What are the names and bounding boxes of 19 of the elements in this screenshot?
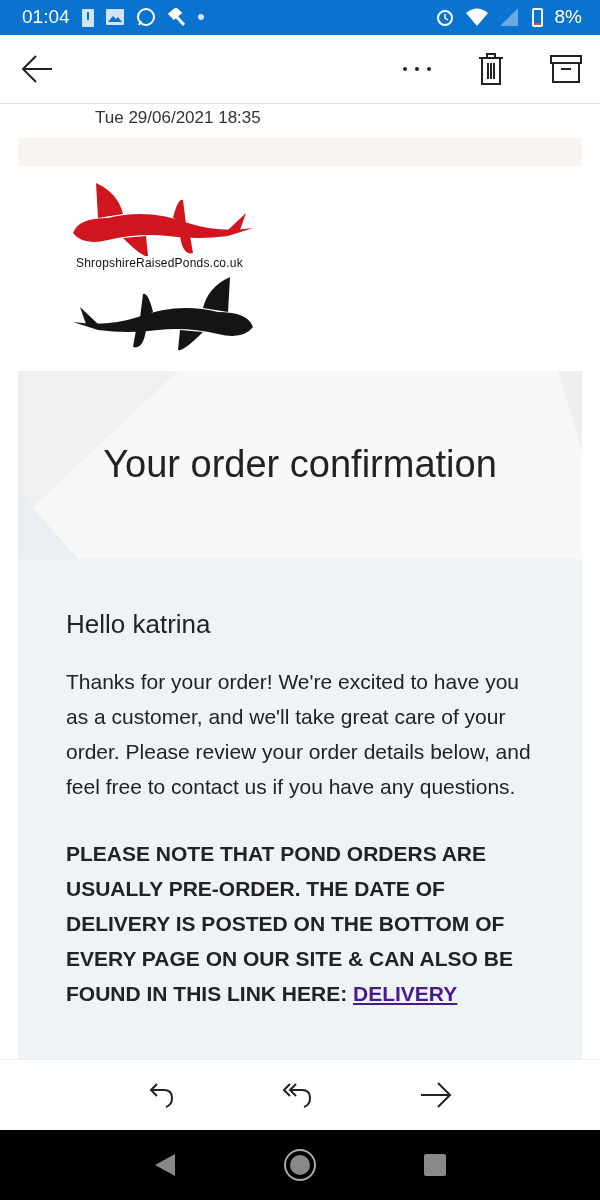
battery-alert-icon xyxy=(81,7,94,28)
greeting: Hello katrina xyxy=(66,608,212,640)
chat-icon xyxy=(135,7,156,28)
email-date: Tue 29/06/2021 18:35 xyxy=(94,106,262,129)
dot-icon xyxy=(197,14,204,21)
wifi-icon xyxy=(465,8,488,27)
more-icon xyxy=(402,65,432,72)
hammer-icon xyxy=(167,8,186,27)
delivery-link[interactable]: DELIVERY xyxy=(353,981,458,1005)
battery-icon xyxy=(531,7,543,28)
alarm-icon xyxy=(435,8,454,27)
order-note: PLEASE NOTE THAT POND ORDERS ARE USUALLY PRE-ORDER. THE DATE OF DELIVERY IS POSTED ON THE BOTTOM OF EVERY PAGE ON OUR SITE & CAN ALSO BE FOUND IN THIS LINK HERE: DELIVERY xyxy=(66,840,514,1007)
image-icon xyxy=(105,9,124,26)
intro-paragraph: Thanks for your order! We're excited to have you as a customer, and we'll take great care of your order. Please review your order details below, and feel free to contact us if you have any questions. xyxy=(66,668,532,800)
battery-percentage: 8% xyxy=(554,6,582,29)
status-time: 01:04 xyxy=(22,6,70,29)
logo-text: ShropshireRaisedPonds.co.uk xyxy=(76,255,243,270)
email-title: Your order confirmation xyxy=(103,443,497,487)
signal-icon xyxy=(499,8,520,27)
